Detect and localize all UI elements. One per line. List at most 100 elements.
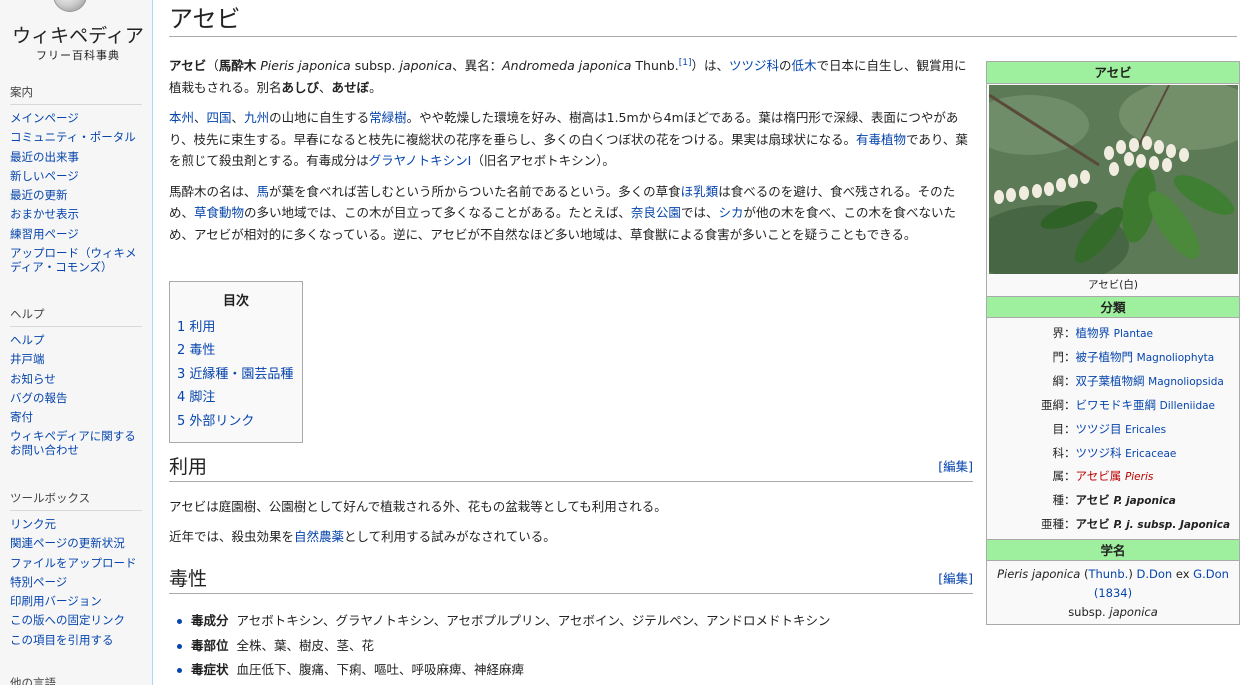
link-poisonous-plant[interactable]: 有毒植物	[856, 132, 906, 147]
rank-label: 種	[1052, 493, 1065, 507]
species-name: アセビ	[1075, 493, 1110, 507]
link-ericaceae-box[interactable]: ツツジ科	[1076, 446, 1122, 460]
sci-name[interactable]: Magnoliopsida	[1148, 376, 1224, 388]
sidebar-item-cite[interactable]: この項目を引用する	[10, 633, 142, 647]
link-magnoliophyta[interactable]: 被子植物門	[1076, 350, 1134, 364]
sci-name[interactable]: Ericaceae	[1125, 448, 1176, 460]
link-mammals[interactable]: ほ乳類	[681, 184, 719, 199]
lead-paragraph-1: アセビ（馬酔木 Pieris japonica subsp. japonica、…	[169, 55, 975, 98]
text: （	[206, 58, 219, 73]
rank-value: ：アセビ P. japonica	[1064, 492, 1176, 509]
sidebar-item-bug-report[interactable]: バグの報告	[10, 391, 142, 405]
link-dilleniidae[interactable]: ビワモドキ亜綱	[1076, 398, 1157, 412]
plant-photo[interactable]	[989, 85, 1238, 274]
reference-link[interactable]: [1]	[679, 58, 692, 68]
rank-label: 綱	[1052, 374, 1065, 388]
sidebar-item-notices[interactable]: お知らせ	[10, 372, 142, 386]
usage-paragraph-1: アセビは庭園樹、公園樹として好んで植栽される外、花もの盆栽等としても利用される。	[169, 499, 667, 514]
rank-label: 科	[1052, 446, 1065, 460]
sidebar-item-special-pages[interactable]: 特別ページ	[10, 575, 142, 589]
link-ericales[interactable]: ツツジ目	[1076, 422, 1122, 436]
sci-name[interactable]: Dilleniidae	[1160, 400, 1215, 412]
edit-section-toxicity[interactable]: [編集]	[938, 568, 973, 587]
text: ：	[1064, 326, 1076, 340]
link-d-don[interactable]: D.Don	[1136, 567, 1172, 581]
sidebar-item-community-portal[interactable]: コミュニティ・ポータル	[10, 130, 142, 144]
link-deer[interactable]: シカ	[718, 205, 743, 220]
sidebar-item-permanent-link[interactable]: この版への固定リンク	[10, 613, 142, 627]
link-natural-pesticide[interactable]: 自然農薬	[294, 529, 344, 544]
alias-bold: あせぼ	[331, 79, 370, 95]
link-thunb[interactable]: Thunb.	[1088, 567, 1128, 581]
classification-heading: 分類	[987, 296, 1239, 318]
taxobox: アセビ アセビ(白) 分類 界 ：植物界 Plantae 門 ：被子植物門 Ma…	[986, 61, 1240, 625]
link-herbivores[interactable]: 草食動物	[194, 205, 244, 220]
sidebar-item-upload-file[interactable]: ファイルをアップロード	[10, 556, 142, 570]
sidebar-item-related-changes[interactable]: 関連ページの更新状況	[10, 536, 142, 550]
text: ：	[1064, 493, 1076, 507]
sidebar-item-village-pump[interactable]: 井戸端	[10, 352, 142, 366]
link-shikoku[interactable]: 四国	[207, 110, 232, 125]
edit-section-usage[interactable]: [編集]	[938, 456, 973, 475]
list-item: 毒部位 全株、葉、樹皮、茎、花	[169, 634, 975, 659]
sidebar-item-upload-commons[interactable]: アップロード（ウィキメディア・コモンズ）	[10, 246, 142, 274]
text: の	[778, 58, 792, 73]
sci-name[interactable]: Pieris	[1125, 471, 1153, 483]
sidebar-item-contact[interactable]: ウィキペディアに関するお問い合わせ	[10, 429, 142, 457]
sidebar-item-sandbox[interactable]: 練習用ページ	[10, 227, 142, 241]
toc-item-notes[interactable]: 4 脚注	[177, 386, 295, 409]
sidebar-item-main-page[interactable]: メインページ	[10, 111, 142, 125]
link-evergreen[interactable]: 常緑樹	[369, 110, 407, 125]
sci-name: Pieris japonica	[256, 58, 351, 73]
lead-paragraph-2: 本州、四国、九州の山地に自生する常緑樹。やや乾燥した環境を好み、樹高は1.5mか…	[169, 107, 975, 172]
link-shrub[interactable]: 低木	[792, 58, 817, 73]
toc-item-toxicity[interactable]: 2 毒性	[177, 339, 295, 362]
rank-label: 門	[1052, 350, 1065, 364]
sidebar-item-help[interactable]: ヘルプ	[10, 333, 142, 347]
sidebar-item-what-links-here[interactable]: リンク元	[10, 517, 142, 531]
edit-link[interactable]: [編集]	[938, 571, 973, 586]
rank-label: 亜種	[1041, 517, 1064, 531]
toc-title: 目次	[222, 294, 249, 309]
link-ericaceae[interactable]: ツツジ科	[729, 58, 779, 73]
sci-name[interactable]: Ericales	[1125, 424, 1166, 436]
toc-item-related-species[interactable]: 3 近縁種・園芸品種	[177, 363, 295, 386]
link-honshu[interactable]: 本州	[169, 110, 194, 125]
toolbox-portal: ツールボックス リンク元 関連ページの更新状況 ファイルをアップロード 特別ペー…	[10, 490, 142, 652]
term-bold: アセビ	[169, 58, 207, 73]
link-grayanotoxin[interactable]: グラヤノトキシンI	[369, 153, 472, 168]
usage-paragraph-2: 近年では、殺虫効果を自然農薬として利用する試みがなされている。	[169, 527, 975, 547]
link-nara-park[interactable]: 奈良公園	[631, 205, 681, 220]
link-year-1834[interactable]: (1834)	[1094, 586, 1132, 600]
link-horse[interactable]: 馬	[257, 184, 270, 199]
rank-value: ：アセビ P. j. subsp. Japonica	[1064, 516, 1230, 533]
link-magnoliopsida[interactable]: 双子葉植物綱	[1076, 374, 1145, 388]
link-g-don[interactable]: G.Don	[1193, 567, 1229, 581]
sidebar-item-random[interactable]: おまかせ表示	[10, 207, 142, 221]
link-kyushu[interactable]: 九州	[244, 110, 269, 125]
table-of-contents: 目次 1 利用 2 毒性 3 近縁種・園芸品種 4 脚注 5 外部リンク	[169, 281, 303, 443]
rank-value: ：アセビ属 Pieris	[1064, 468, 1153, 485]
text: ：	[1064, 350, 1076, 364]
wikipedia-logo[interactable]: ウィキペディア フリー百科事典	[0, 0, 152, 70]
sci-name[interactable]: Magnoliophyta	[1137, 352, 1215, 364]
sidebar-item-recent-changes[interactable]: 最近の更新	[10, 188, 142, 202]
text: ：	[1064, 517, 1076, 531]
sidebar-item-current-events[interactable]: 最近の出来事	[10, 150, 142, 164]
toc-item-external-links[interactable]: 5 外部リンク	[177, 410, 295, 433]
section-title: 利用	[169, 456, 208, 478]
toc-item-usage[interactable]: 1 利用	[177, 316, 295, 339]
sci-name[interactable]: Plantae	[1114, 328, 1153, 340]
link-pieris-genus[interactable]: アセビ属	[1076, 469, 1122, 483]
sidebar-item-new-pages[interactable]: 新しいページ	[10, 169, 142, 183]
edit-link[interactable]: [編集]	[938, 459, 973, 474]
toxic-label: 毒症状	[191, 662, 229, 677]
link-plantae[interactable]: 植物界	[1076, 326, 1111, 340]
text: ：	[1064, 422, 1076, 436]
text: subsp.	[350, 58, 396, 73]
sidebar-item-printable[interactable]: 印刷用バージョン	[10, 594, 142, 608]
sci-name-line-1: Pieris japonica (Thunb.) D.Don ex G.Don	[987, 565, 1239, 584]
sidebar-item-donate[interactable]: 寄付	[10, 410, 142, 424]
text: subsp.	[1068, 605, 1106, 619]
text: 、	[231, 110, 245, 125]
